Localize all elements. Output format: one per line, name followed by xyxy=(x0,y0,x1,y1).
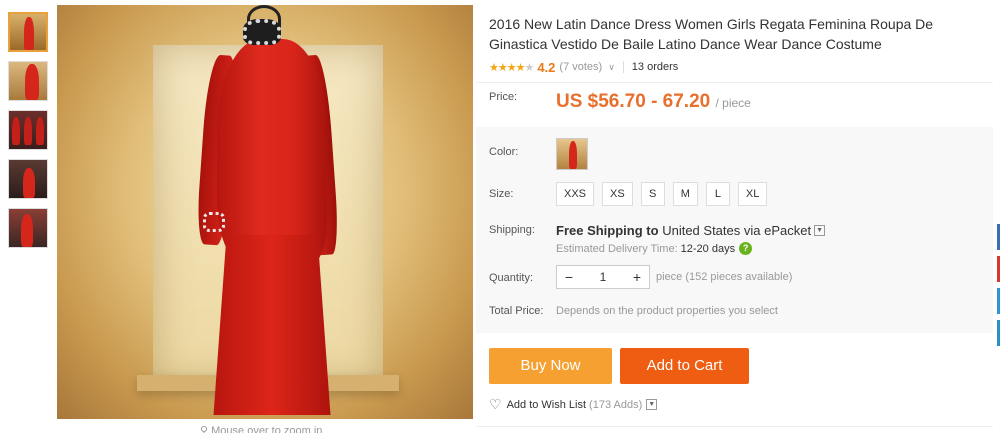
quantity-input[interactable]: 1 xyxy=(581,270,625,284)
shipping-summary: Free Shipping to United States via ePack… xyxy=(556,223,826,238)
rating-stars: ★★★★★ xyxy=(489,61,534,74)
price-amount: US $56.70 - 67.20 xyxy=(556,91,711,112)
thumbnail-4[interactable] xyxy=(8,159,48,199)
price-label: Price: xyxy=(489,91,518,103)
search-icon: ⚲ xyxy=(200,425,209,433)
product-info: 2016 New Latin Dance Dress Women Girls R… xyxy=(489,14,984,75)
color-label: Color: xyxy=(489,146,519,158)
price-unit: / piece xyxy=(715,96,751,110)
thumbnail-3[interactable] xyxy=(8,110,48,150)
total-price-note: Depends on the product properties you se… xyxy=(556,305,778,317)
shipping-dropdown-icon[interactable]: ▼ xyxy=(814,225,826,236)
shipping-via-word: via xyxy=(743,223,761,238)
dress-cuff xyxy=(203,212,225,232)
quantity-increase-button[interactable]: + xyxy=(625,269,649,285)
price-row: Price: US $56.70 - 67.20 / piece xyxy=(476,82,993,127)
add-to-cart-button[interactable]: Add to Cart xyxy=(620,348,749,384)
votes-link[interactable]: (7 votes) xyxy=(559,61,602,73)
wishlist-label[interactable]: Add to Wish List xyxy=(507,399,586,411)
buy-now-button[interactable]: Buy Now xyxy=(489,348,612,384)
color-swatch[interactable] xyxy=(556,138,588,170)
dress-body xyxy=(217,39,327,269)
zoom-hint-text: Mouse over to zoom in xyxy=(211,425,323,433)
size-option-s[interactable]: S xyxy=(640,182,665,206)
size-option-l[interactable]: L xyxy=(705,182,730,206)
delivery-estimate: Estimated Delivery Time: 12-20 days ? xyxy=(556,242,753,255)
dress-collar xyxy=(243,19,281,45)
orders-count: 13 orders xyxy=(631,61,679,73)
free-shipping: Free Shipping xyxy=(556,223,643,238)
thumbnail-strip xyxy=(8,12,50,257)
wishlist-count: (173 Adds) xyxy=(589,398,643,411)
size-option-xl[interactable]: XL xyxy=(737,182,768,206)
size-label: Size: xyxy=(489,188,514,200)
quantity-decrease-button[interactable]: − xyxy=(557,269,581,285)
size-option-m[interactable]: M xyxy=(672,182,698,206)
dress-skirt xyxy=(213,235,331,415)
thumbnail-2[interactable] xyxy=(8,61,48,101)
shipping-carrier[interactable]: ePacket xyxy=(764,223,811,238)
zoom-hint: ⚲ Mouse over to zoom in xyxy=(200,424,322,433)
help-icon[interactable]: ? xyxy=(739,242,753,255)
thumbnail-1[interactable] xyxy=(8,12,48,52)
rating-value: 4.2 xyxy=(537,59,556,75)
heart-icon[interactable]: ♡ xyxy=(489,396,502,413)
main-product-image[interactable] xyxy=(57,5,473,419)
delivery-estimate-label: Estimated Delivery Time: xyxy=(556,242,678,255)
divider xyxy=(476,426,993,427)
shipping-to-word: to xyxy=(646,223,659,238)
divider xyxy=(622,61,624,73)
total-price-label: Total Price: xyxy=(489,305,544,317)
shipping-country[interactable]: United States xyxy=(662,223,740,238)
quantity-availability: piece (152 pieces available) xyxy=(656,271,793,283)
product-title: 2016 New Latin Dance Dress Women Girls R… xyxy=(489,16,934,52)
delivery-days: 12-20 days xyxy=(680,242,736,255)
product-properties: Color: Size: XXS XS S M L XL Shipping: F… xyxy=(476,127,993,333)
rating-row: ★★★★★ 4.2 (7 votes) ∨ 13 orders xyxy=(489,59,984,75)
price-value: US $56.70 - 67.20 / piece xyxy=(556,91,751,113)
quantity-stepper: − 1 + xyxy=(556,265,650,289)
shipping-label: Shipping: xyxy=(489,224,535,236)
wishlist-row[interactable]: ♡ Add to Wish List (173 Adds) ▼ xyxy=(489,396,658,413)
quantity-label: Quantity: xyxy=(489,272,534,284)
size-options: XXS XS S M L XL xyxy=(556,182,775,206)
size-option-xxs[interactable]: XXS xyxy=(556,182,595,206)
size-option-xs[interactable]: XS xyxy=(602,182,633,206)
thumbnail-5[interactable] xyxy=(8,208,48,248)
chevron-down-icon[interactable]: ▼ xyxy=(646,399,658,410)
chevron-down-icon[interactable]: ∨ xyxy=(608,62,615,73)
